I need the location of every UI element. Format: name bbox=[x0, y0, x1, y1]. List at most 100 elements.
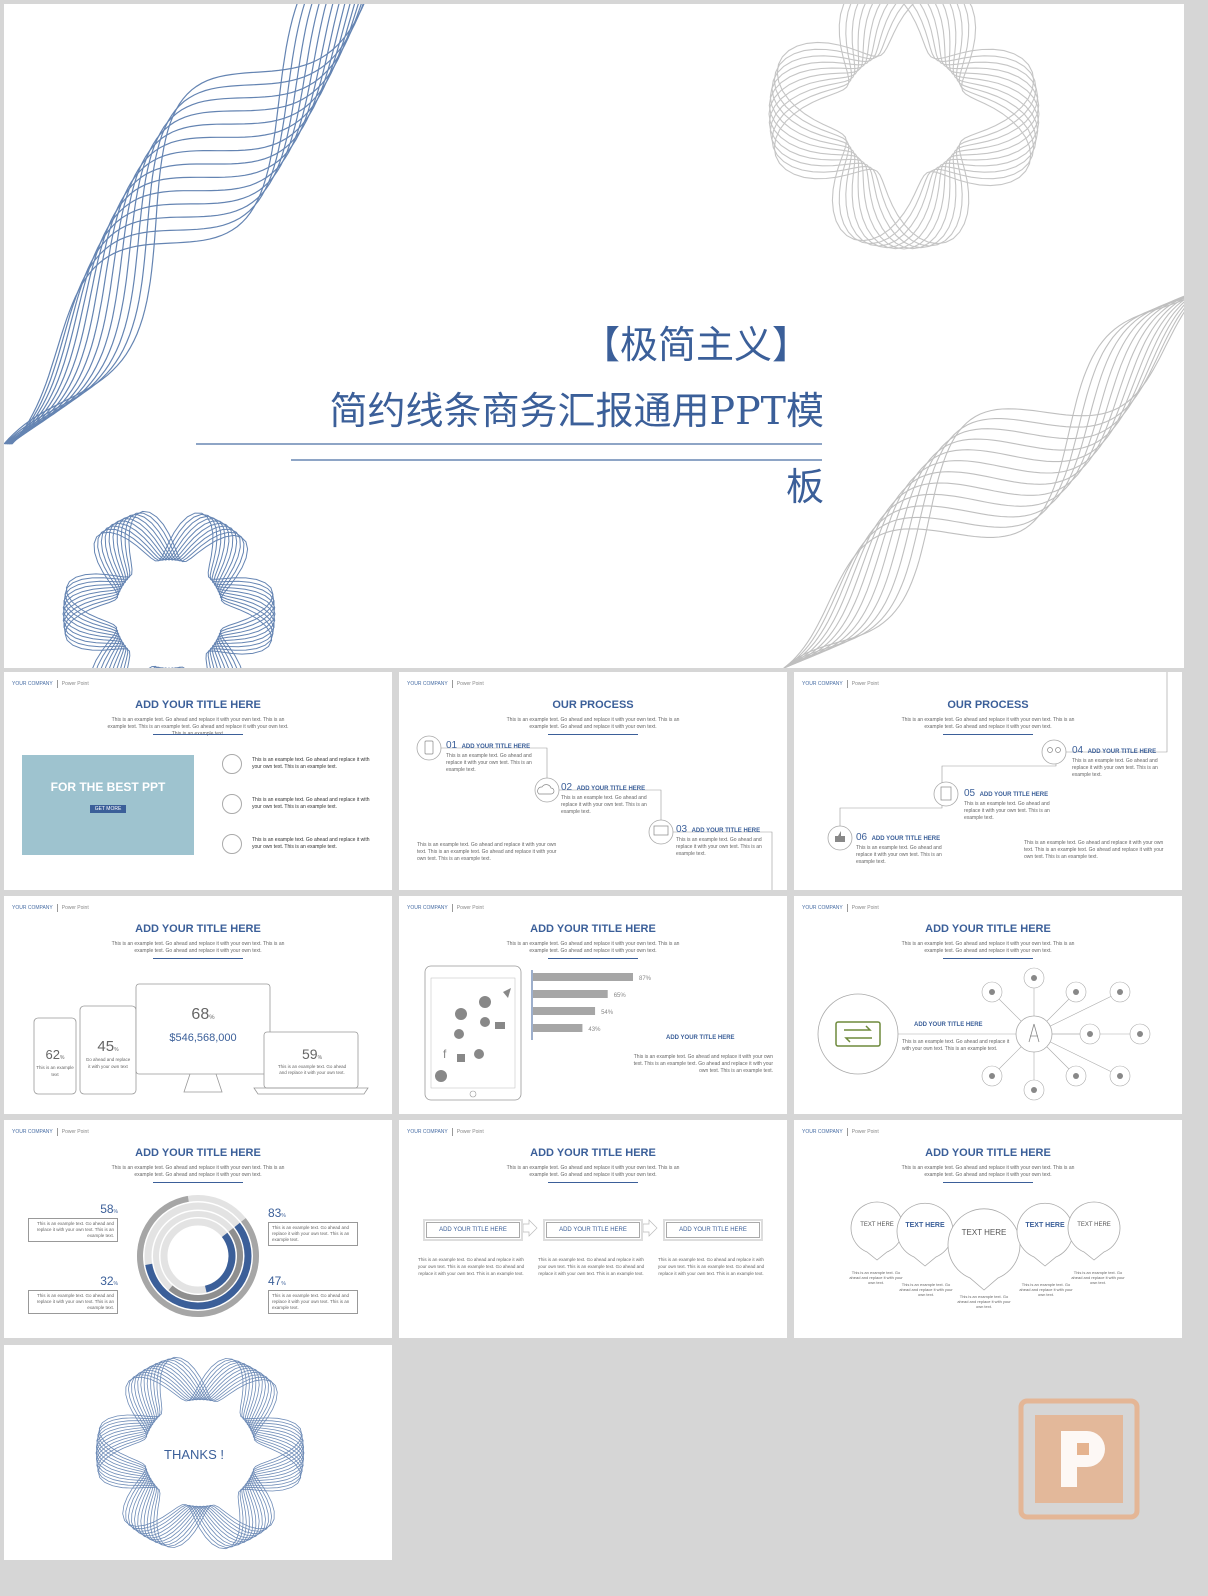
social-icon bbox=[495, 1022, 505, 1029]
slide-social-bars[interactable]: YOUR COMPANY Power Point ADD YOUR TITLE H… bbox=[399, 896, 787, 1114]
hand-icon bbox=[222, 834, 242, 854]
tablet-stat: 45% Go ahead and replace it with your ow… bbox=[84, 1038, 132, 1070]
people-icon bbox=[1041, 739, 1067, 765]
step-box-3[interactable]: ADD YOUR TITLE HERE bbox=[663, 1219, 763, 1241]
feature-box: FOR THE BEST PPT GET MORE bbox=[22, 755, 194, 855]
item-text: This is an example text. Go ahead and re… bbox=[28, 1290, 118, 1314]
twitter-icon bbox=[503, 988, 511, 998]
step-box-1[interactable]: ADD YOUR TITLE HERE bbox=[423, 1219, 523, 1241]
step-number: 04 bbox=[1072, 745, 1084, 756]
item-pct: 58 bbox=[100, 1202, 114, 1216]
slide-features[interactable]: YOUR COMPANY Power Point ADD YOUR TITLE H… bbox=[4, 672, 392, 890]
social-icon bbox=[455, 1008, 467, 1020]
step-label: ADD YOUR TITLE HERE bbox=[576, 786, 646, 792]
bar-label: 54% bbox=[601, 1010, 614, 1016]
stat-text: Go ahead and replace it with your own te… bbox=[85, 1057, 131, 1069]
pin-text-5: This is an example text. Go ahead and re… bbox=[1071, 1270, 1125, 1285]
step-text-2: This is an example text. Go ahead and re… bbox=[537, 1257, 645, 1276]
process-step-04: 04 ADD YOUR TITLE HERE This is an exampl… bbox=[1072, 740, 1160, 779]
facebook-icon: f bbox=[443, 1047, 447, 1061]
clipboard-icon bbox=[933, 781, 959, 807]
cloud-icon bbox=[534, 777, 560, 803]
pct-sign: % bbox=[209, 1015, 215, 1021]
social-icon bbox=[480, 1017, 490, 1027]
process-step-02: 02 ADD YOUR TITLE HERE This is an exampl… bbox=[561, 777, 649, 816]
bar bbox=[533, 1007, 596, 1015]
power-point-label: Power Point bbox=[61, 681, 89, 687]
item-text: This is an example text. Go ahead and re… bbox=[28, 1218, 118, 1242]
feature-item-text: This is an example text. Go ahead and re… bbox=[252, 797, 370, 810]
item-pct: 83 bbox=[268, 1206, 282, 1220]
cover-main-title: 简约线条商务汇报通用PPT模 bbox=[304, 380, 824, 435]
slide-process-2[interactable]: YOUR COMPANY Power Point OUR PROCESS This… bbox=[794, 672, 1182, 890]
pin-text-4: This is an example text. Go ahead and re… bbox=[1019, 1282, 1073, 1297]
get-more-button[interactable]: GET MORE bbox=[90, 805, 126, 813]
stat-value: 68 bbox=[191, 1006, 210, 1023]
youtube-icon bbox=[457, 1054, 465, 1062]
process-paragraph: This is an example text. Go ahead and re… bbox=[1024, 840, 1164, 860]
feature-item-text: This is an example text. Go ahead and re… bbox=[252, 837, 370, 850]
ring-item-tr: 83% This is an example text. Go ahead an… bbox=[268, 1204, 358, 1246]
antenna-icon bbox=[1015, 1015, 1053, 1053]
monitor-icon bbox=[648, 819, 674, 845]
slide-process-1[interactable]: YOUR COMPANY Power Point OUR PROCESS This… bbox=[399, 672, 787, 890]
cover-main-title-line2: 板 bbox=[785, 465, 824, 509]
item-text: This is an example text. Go ahead and re… bbox=[268, 1222, 358, 1246]
side-title: ADD YOUR TITLE HERE bbox=[914, 1022, 983, 1028]
pin-5 bbox=[1067, 1201, 1121, 1261]
ring-item-br: 47% This is an example text. Go ahead an… bbox=[268, 1272, 358, 1314]
stat-value: 62 bbox=[45, 1047, 60, 1062]
step-number: 05 bbox=[964, 788, 976, 799]
social-icon bbox=[479, 996, 491, 1008]
pin-4 bbox=[1016, 1202, 1074, 1267]
feature-item: This is an example text. Go ahead and re… bbox=[222, 754, 376, 774]
arrow-right-icon bbox=[642, 1219, 658, 1237]
step-text: This is an example text. Go ahead and re… bbox=[676, 837, 762, 857]
cover-slide[interactable]: 【极简主义】 简约线条商务汇报通用PPT模 板 bbox=[4, 4, 1184, 668]
step-label: ADD YOUR TITLE HERE bbox=[691, 828, 761, 834]
slide-pins[interactable]: YOUR COMPANY Power Point ADD YOUR TITLE H… bbox=[794, 1120, 1182, 1338]
pct-sign: % bbox=[113, 1209, 118, 1215]
devices-illustration bbox=[33, 983, 369, 1095]
process-paragraph: This is an example text. Go ahead and re… bbox=[417, 842, 557, 862]
pct-sign: % bbox=[317, 1055, 323, 1061]
slide-devices[interactable]: YOUR COMPANY Power Point ADD YOUR TITLE H… bbox=[4, 896, 392, 1114]
pin-2 bbox=[896, 1202, 954, 1267]
pin-text-3: This is an example text. Go ahead and re… bbox=[957, 1294, 1011, 1309]
step-box-2[interactable]: ADD YOUR TITLE HERE bbox=[543, 1219, 643, 1241]
ring-item-tl: 58% This is an example text. Go ahead an… bbox=[28, 1200, 118, 1242]
side-text: This is an example text. Go ahead and re… bbox=[633, 1054, 773, 1074]
step-label: ADD YOUR TITLE HERE bbox=[871, 836, 941, 842]
step-text: This is an example text. Go ahead and re… bbox=[856, 845, 942, 865]
slide-thanks[interactable]: THANKS ! bbox=[4, 1345, 392, 1560]
social-icon bbox=[454, 1029, 464, 1039]
pct-sign: % bbox=[114, 1047, 119, 1053]
process-step-05: 05 ADD YOUR TITLE HERE This is an exampl… bbox=[964, 783, 1052, 822]
pct-sign: % bbox=[281, 1213, 286, 1219]
bar bbox=[533, 1024, 583, 1032]
feature-item-text: This is an example text. Go ahead and re… bbox=[252, 757, 370, 770]
side-title: ADD YOUR TITLE HERE bbox=[666, 1035, 735, 1041]
slide-rings[interactable]: YOUR COMPANY Power Point ADD YOUR TITLE H… bbox=[4, 1120, 392, 1338]
bar-label: 43% bbox=[588, 1027, 601, 1033]
slide-three-steps[interactable]: YOUR COMPANY Power Point ADD YOUR TITLE H… bbox=[399, 1120, 787, 1338]
phone-stat: 62% This is an example text bbox=[34, 1046, 76, 1078]
step-text: This is an example text. Go ahead and re… bbox=[561, 795, 647, 815]
watermark-stamp bbox=[1018, 1398, 1140, 1520]
step-number: 06 bbox=[856, 832, 868, 843]
step-text: This is an example text. Go ahead and re… bbox=[446, 753, 532, 773]
slide-hub-icons[interactable]: YOUR COMPANY Power Point ADD YOUR TITLE H… bbox=[794, 896, 1182, 1114]
step-text-3: This is an example text. Go ahead and re… bbox=[657, 1257, 765, 1276]
android-icon bbox=[474, 1049, 484, 1059]
step-number: 02 bbox=[561, 782, 573, 793]
slide-header: YOUR COMPANY Power Point bbox=[12, 680, 89, 688]
pct-sign: % bbox=[281, 1281, 286, 1287]
stat-text: This is an example text. Go ahead and re… bbox=[277, 1064, 347, 1075]
bar bbox=[533, 973, 633, 981]
stat-value: 59 bbox=[301, 1046, 318, 1062]
tablet-social-illustration: f 87% 65% 54% 43% bbox=[424, 965, 652, 1101]
bar-label: 87% bbox=[639, 976, 652, 982]
thanks-label: THANKS ! bbox=[164, 1447, 224, 1462]
step-label: ADD YOUR TITLE HERE bbox=[1087, 749, 1157, 755]
pin-label-2: TEXT HERE bbox=[905, 1222, 945, 1229]
